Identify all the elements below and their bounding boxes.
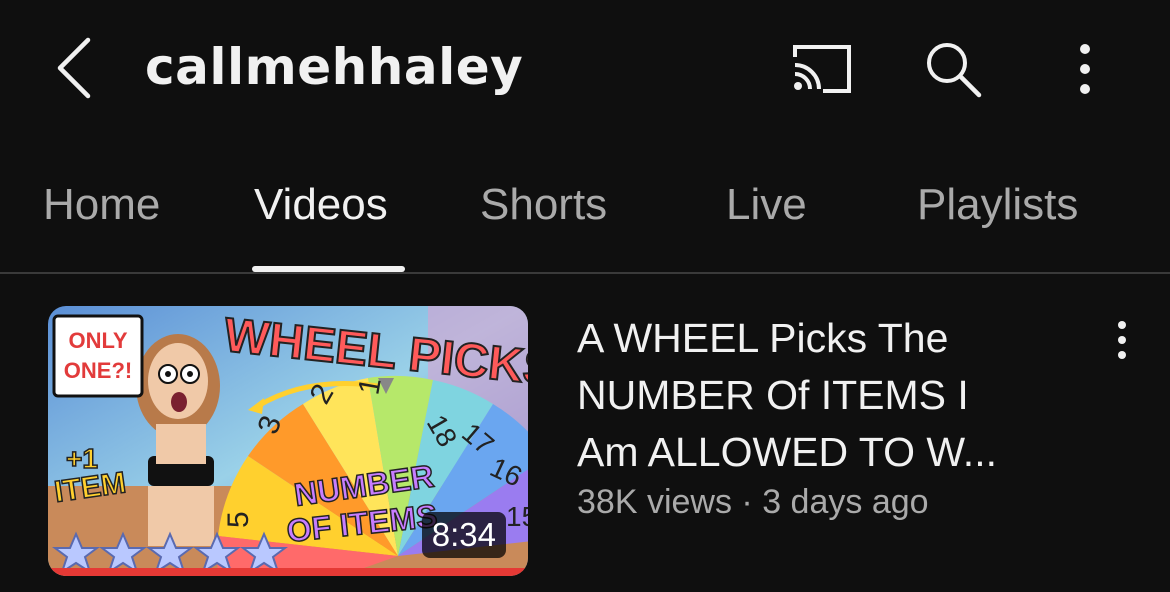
video-more-button[interactable]: [1100, 310, 1144, 370]
more-vertical-icon: [1118, 321, 1126, 359]
tab-videos[interactable]: Videos: [254, 180, 388, 230]
video-title-line-1: A WHEEL Picks The: [577, 315, 949, 361]
video-title-line-3: Am ALLOWED TO W...: [577, 429, 997, 475]
tab-playlists[interactable]: Playlists: [917, 180, 1078, 230]
top-app-bar: callmehhaley: [0, 0, 1170, 140]
more-vertical-icon: [1080, 44, 1090, 94]
video-title-line-2: NUMBER Of ITEMS I: [577, 372, 969, 418]
search-button[interactable]: [918, 34, 988, 104]
cast-button[interactable]: [786, 34, 856, 104]
active-tab-indicator: [252, 266, 405, 272]
tab-live[interactable]: Live: [726, 180, 807, 230]
channel-name: callmehhaley: [145, 38, 524, 96]
video-title[interactable]: A WHEEL Picks The NUMBER Of ITEMS I Am A…: [577, 310, 1087, 481]
view-count: 38K views: [577, 483, 732, 521]
video-list-item[interactable]: ONLY ONE?! WHEEL PICKS 5 3 2 1 18 17 16 …: [0, 290, 1170, 590]
stats-separator: ·: [741, 483, 753, 521]
channel-tabs: Home Videos Shorts Live Playlists: [0, 150, 1170, 274]
back-button[interactable]: [44, 30, 104, 106]
video-meta: A WHEEL Picks The NUMBER Of ITEMS I Am A…: [577, 310, 1087, 522]
svg-text:5: 5: [222, 511, 255, 528]
tab-shorts[interactable]: Shorts: [480, 180, 607, 230]
cast-icon: [793, 45, 851, 93]
svg-text:15: 15: [506, 501, 528, 532]
video-thumbnail[interactable]: ONLY ONE?! WHEEL PICKS 5 3 2 1 18 17 16 …: [48, 306, 528, 576]
search-icon: [927, 43, 982, 98]
upload-age: 3 days ago: [762, 483, 929, 521]
video-duration: 8:34: [421, 512, 506, 558]
tab-home[interactable]: Home: [43, 180, 160, 230]
video-stats: 38K views · 3 days ago: [577, 483, 1087, 522]
thumbnail-side-text-1: +1: [66, 443, 98, 474]
chevron-left-icon: [57, 37, 91, 99]
more-options-button[interactable]: [1050, 34, 1120, 104]
thumbnail-badge-line-1: ONLY: [68, 328, 127, 353]
thumbnail-badge-line-2: ONE?!: [64, 358, 132, 383]
